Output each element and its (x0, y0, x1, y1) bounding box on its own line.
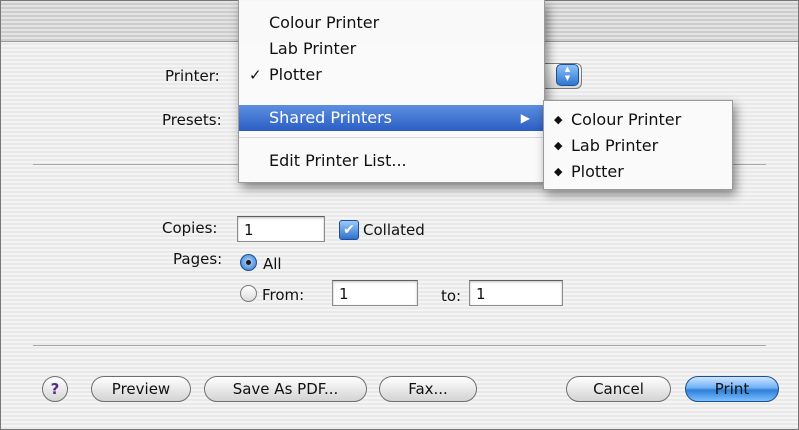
triangle-right-icon: ▶ (520, 111, 530, 125)
from-field[interactable]: 1 (332, 280, 418, 306)
collated-checkbox[interactable]: ✔ (339, 220, 359, 240)
copies-field[interactable]: 1 (237, 216, 325, 242)
preview-button[interactable]: Preview (91, 376, 191, 402)
all-label: All (263, 255, 282, 273)
menu-item-label: Edit Printer List... (269, 151, 407, 170)
separator-top-left (33, 164, 239, 165)
menu-item-label: Plotter (269, 65, 322, 84)
checkmark-icon: ✓ (249, 66, 262, 84)
menu-item-plotter[interactable]: ✓ Plotter (239, 62, 544, 88)
menu-item-edit-printer-list[interactable]: Edit Printer List... (239, 148, 544, 174)
presets-label: Presets: (162, 111, 222, 129)
from-label: From: (262, 286, 305, 304)
submenu-item-label: Colour Printer (571, 110, 682, 129)
submenu-item-label: Plotter (571, 162, 624, 181)
separator-top-right (731, 164, 766, 165)
pages-label: Pages: (173, 250, 223, 268)
collated-label: Collated (363, 221, 425, 239)
separator-bottom (33, 345, 766, 346)
shared-printers-submenu: ◆ Colour Printer ◆ Lab Printer ◆ Plotter (543, 100, 733, 190)
up-down-arrows-icon[interactable]: ▲ ▼ (556, 64, 579, 86)
diamond-bullet-icon: ◆ (554, 113, 563, 126)
menu-item-lab-printer[interactable]: Lab Printer (239, 36, 544, 62)
submenu-item-label: Lab Printer (571, 136, 659, 155)
submenu-item-plotter[interactable]: ◆ Plotter (544, 159, 732, 185)
diamond-bullet-icon: ◆ (554, 139, 563, 152)
save-as-pdf-button[interactable]: Save As PDF... (204, 376, 367, 402)
submenu-item-lab-printer[interactable]: ◆ Lab Printer (544, 133, 732, 159)
to-label: to: (441, 287, 462, 305)
question-mark-icon[interactable]: ? (42, 376, 68, 402)
print-button[interactable]: Print (685, 376, 779, 402)
from-radio[interactable] (240, 285, 257, 302)
diamond-bullet-icon: ◆ (554, 165, 563, 178)
copies-label: Copies: (162, 219, 218, 237)
fax-button[interactable]: Fax... (379, 376, 477, 402)
menu-item-shared-printers[interactable]: Shared Printers ▶ (239, 105, 544, 131)
menu-item-label: Shared Printers (269, 108, 392, 127)
to-field[interactable]: 1 (469, 280, 563, 306)
printer-label: Printer: (165, 67, 220, 85)
submenu-item-colour-printer[interactable]: ◆ Colour Printer (544, 107, 732, 133)
menu-item-colour-printer[interactable]: Colour Printer (239, 10, 544, 36)
all-radio[interactable] (240, 254, 257, 271)
menu-separator (239, 137, 544, 138)
checkmark-icon: ✔ (343, 222, 355, 238)
printer-menu: Colour Printer Lab Printer ✓ Plotter Sha… (238, 0, 545, 183)
menu-item-label: Colour Printer (269, 13, 380, 32)
cancel-button[interactable]: Cancel (566, 376, 671, 402)
menu-item-label: Lab Printer (269, 39, 357, 58)
